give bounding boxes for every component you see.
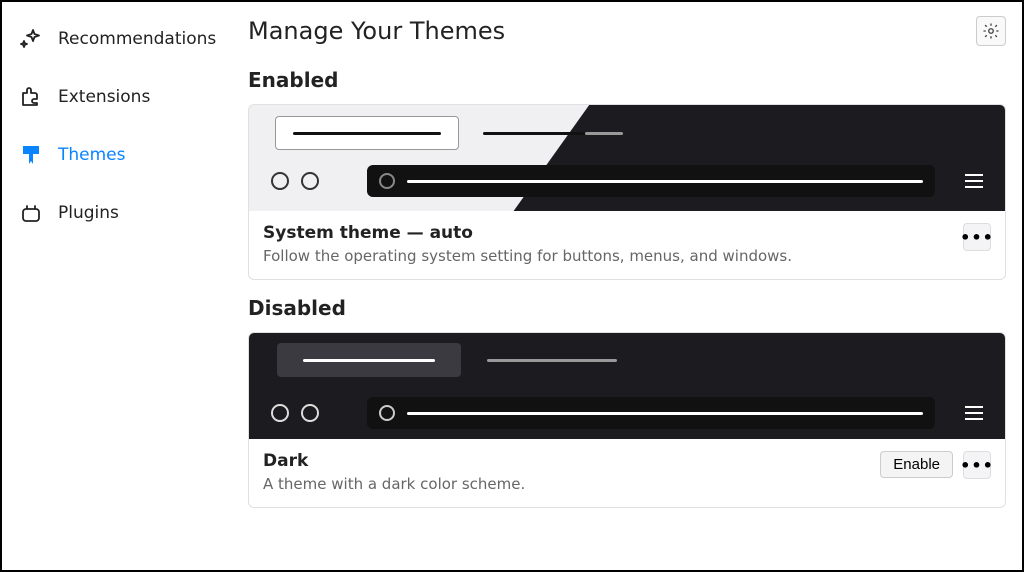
preview-circle <box>301 172 319 190</box>
more-icon: ••• <box>960 228 994 247</box>
theme-name: System theme — auto <box>263 223 953 243</box>
plug-icon <box>18 200 44 226</box>
theme-more-button[interactable]: ••• <box>963 451 991 479</box>
theme-description: A theme with a dark color scheme. <box>263 475 870 493</box>
theme-name: Dark <box>263 451 870 471</box>
sidebar: Recommendations Extensions Themes Plugin… <box>2 2 242 570</box>
puzzle-icon <box>18 84 44 110</box>
theme-card-system-auto: System theme — auto Follow the operating… <box>248 104 1006 280</box>
theme-description: Follow the operating system setting for … <box>263 247 953 265</box>
preview-urlbar <box>367 397 935 429</box>
nav-extensions[interactable]: Extensions <box>10 72 234 122</box>
nav-item-label: Extensions <box>58 87 150 107</box>
theme-preview-dark <box>249 333 1005 439</box>
brush-icon <box>18 142 44 168</box>
theme-more-button[interactable]: ••• <box>963 223 991 251</box>
nav-themes[interactable]: Themes <box>10 130 234 180</box>
page-header: Manage Your Themes <box>248 16 1006 46</box>
section-disabled-title: Disabled <box>248 296 1006 320</box>
sparkle-icon <box>18 26 44 52</box>
hamburger-icon <box>965 406 983 420</box>
settings-button[interactable] <box>976 16 1006 46</box>
nav-recommendations[interactable]: Recommendations <box>10 14 234 64</box>
preview-tab-dark <box>277 343 461 377</box>
page-title: Manage Your Themes <box>248 17 505 45</box>
section-enabled-title: Enabled <box>248 68 1006 92</box>
theme-card-dark: Dark A theme with a dark color scheme. E… <box>248 332 1006 508</box>
hamburger-icon <box>965 174 983 188</box>
preview-line <box>483 132 623 135</box>
preview-circle <box>271 172 289 190</box>
theme-preview-system-auto <box>249 105 1005 211</box>
nav-item-label: Themes <box>58 145 126 165</box>
theme-enable-button[interactable]: Enable <box>880 451 953 478</box>
preview-line <box>487 359 617 362</box>
nav-plugins[interactable]: Plugins <box>10 188 234 238</box>
main-content: Manage Your Themes Enabled <box>242 2 1022 570</box>
preview-tab-light <box>275 116 459 150</box>
gear-icon <box>982 22 1000 40</box>
preview-circle <box>301 404 319 422</box>
nav-item-label: Recommendations <box>58 29 216 49</box>
nav-item-label: Plugins <box>58 203 119 223</box>
preview-urlbar <box>367 165 935 197</box>
more-icon: ••• <box>960 456 994 475</box>
preview-circle <box>271 404 289 422</box>
